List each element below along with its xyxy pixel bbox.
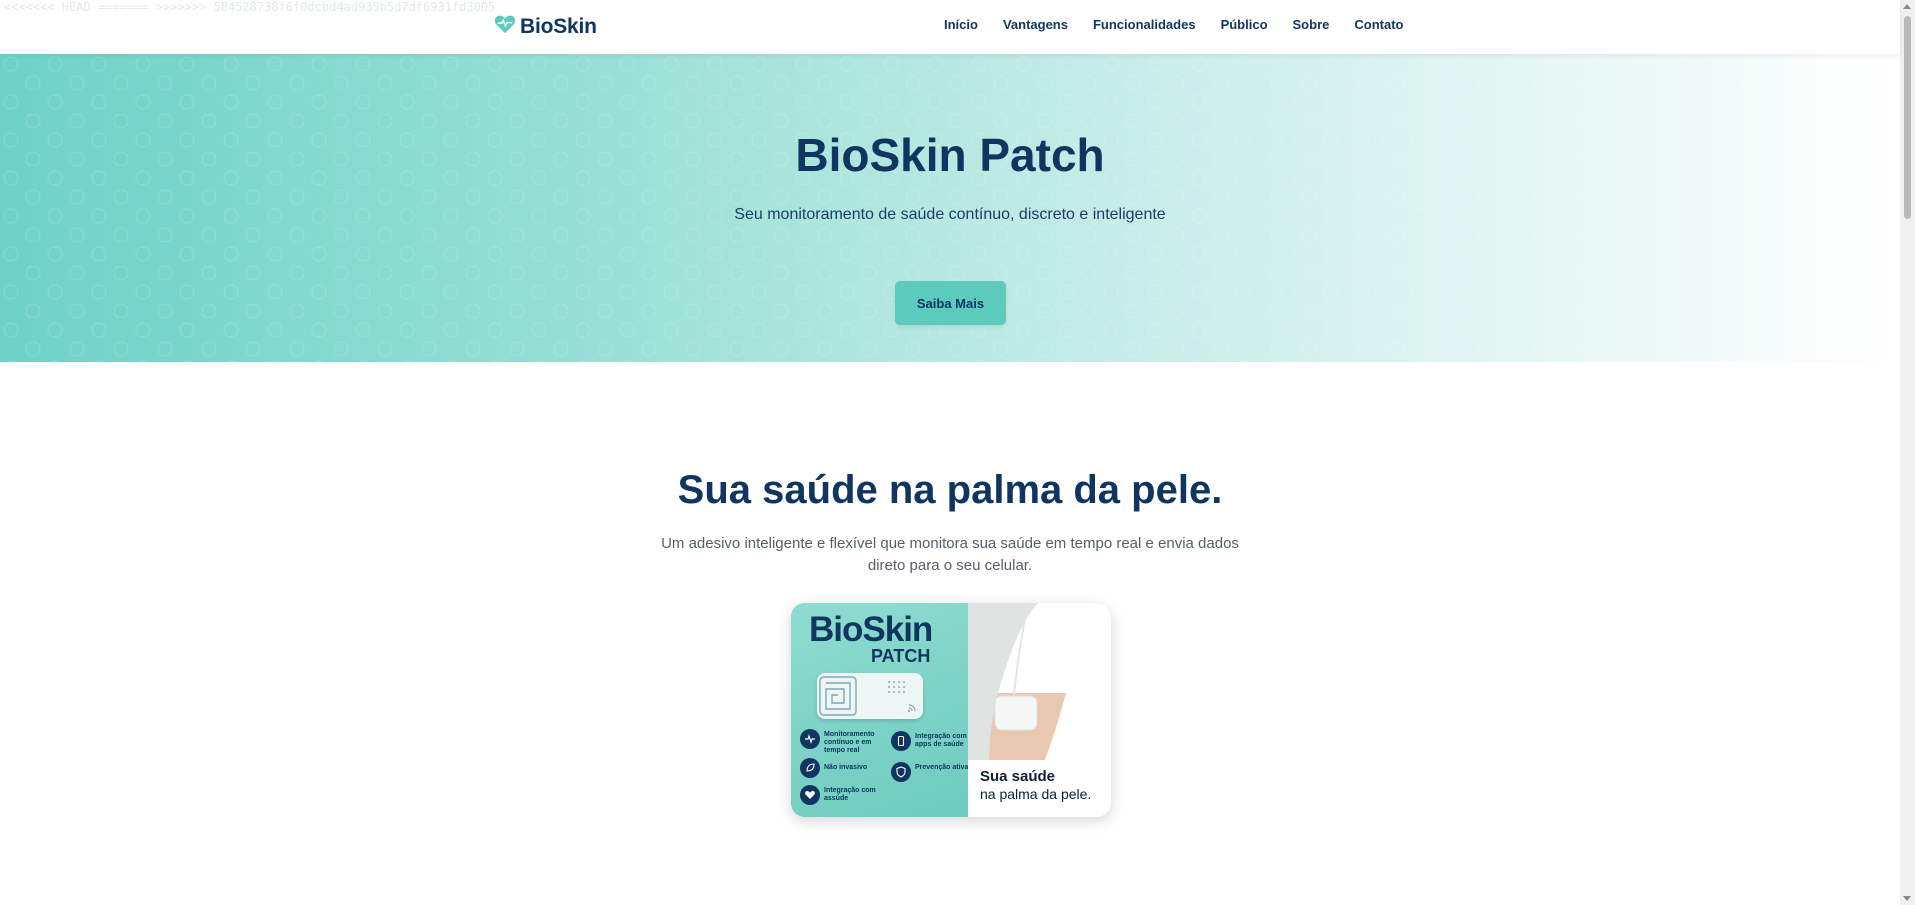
feature-prevention-text: Prevenção ativa xyxy=(915,764,969,771)
feature-health-integration: Integração com assúde xyxy=(800,785,882,805)
patch-device-illustration xyxy=(817,673,923,719)
hero-title: BioSkin Patch xyxy=(795,129,1105,181)
nav-link-funcionalidades[interactable]: Funcionalidades xyxy=(1093,17,1196,32)
phone-icon xyxy=(891,731,911,751)
nav-link-publico[interactable]: Público xyxy=(1221,17,1268,32)
feature-health-integration-text: Integração com assúde xyxy=(824,787,876,802)
nav-link-contato[interactable]: Contato xyxy=(1354,17,1403,32)
merge-conflict-text: <<<<<<< HEAD ======= >>>>>>> 584528738f6… xyxy=(4,0,496,14)
product-image-brand: BioSkin xyxy=(809,610,933,649)
caption-line-1: Sua saúde xyxy=(980,768,1056,785)
intro-description: Um adesivo inteligente e flexível que mo… xyxy=(661,535,1239,574)
product-image-brand-sub: PATCH xyxy=(871,646,931,666)
heart-pulse-icon xyxy=(494,14,516,39)
caption-line-2: na palma da pele. xyxy=(980,786,1092,802)
product-image-caption: Sua saúde na palma da pele. xyxy=(968,760,1111,817)
scroll-up-arrow-icon[interactable] xyxy=(1903,4,1911,9)
intro-title: Sua saúde na palma da pele. xyxy=(677,468,1223,512)
feature-non-invasive-text: Não invasivo xyxy=(824,764,868,771)
brand-name: BioSkin xyxy=(520,14,597,38)
hero-section: BioSkin Patch Seu monitoramento de saúde… xyxy=(0,54,1900,362)
feature-non-invasive: Não invasivo xyxy=(800,758,882,778)
scroll-thumb[interactable] xyxy=(1904,16,1911,219)
feature-monitoring-text: Monitoramento contínuo e em tempo real xyxy=(824,731,875,754)
brand-logo[interactable]: BioSkin xyxy=(494,14,597,39)
feature-app-integration: Integração com apps de saúde xyxy=(891,731,973,751)
feature-monitoring: Monitoramento contínuo e em tempo real xyxy=(800,729,882,755)
page-scrollbar[interactable] xyxy=(1900,0,1915,905)
nav-link-vantagens[interactable]: Vantagens xyxy=(1003,17,1068,32)
leaf-icon xyxy=(800,758,820,778)
feature-prevention: Prevenção ativa xyxy=(891,762,973,782)
nav-link-sobre[interactable]: Sobre xyxy=(1293,17,1330,32)
pulse-icon xyxy=(800,729,820,749)
nav-menu: Início Vantagens Funcionalidades Público… xyxy=(944,17,1403,32)
product-image-info-panel: BioSkin PATCH Monitoramento contínuo e e… xyxy=(791,603,968,817)
product-image: BioSkin PATCH Monitoramento contínuo e e… xyxy=(791,603,1111,817)
hero-subtitle: Seu monitoramento de saúde contínuo, dis… xyxy=(734,206,1166,223)
scroll-down-arrow-icon[interactable] xyxy=(1903,896,1911,901)
heart-icon xyxy=(800,785,820,805)
saiba-mais-button[interactable]: Saiba Mais xyxy=(895,281,1006,325)
feature-app-integration-text: Integração com apps de saúde xyxy=(915,733,967,748)
shield-icon xyxy=(891,762,911,782)
nav-link-inicio[interactable]: Início xyxy=(944,17,978,32)
